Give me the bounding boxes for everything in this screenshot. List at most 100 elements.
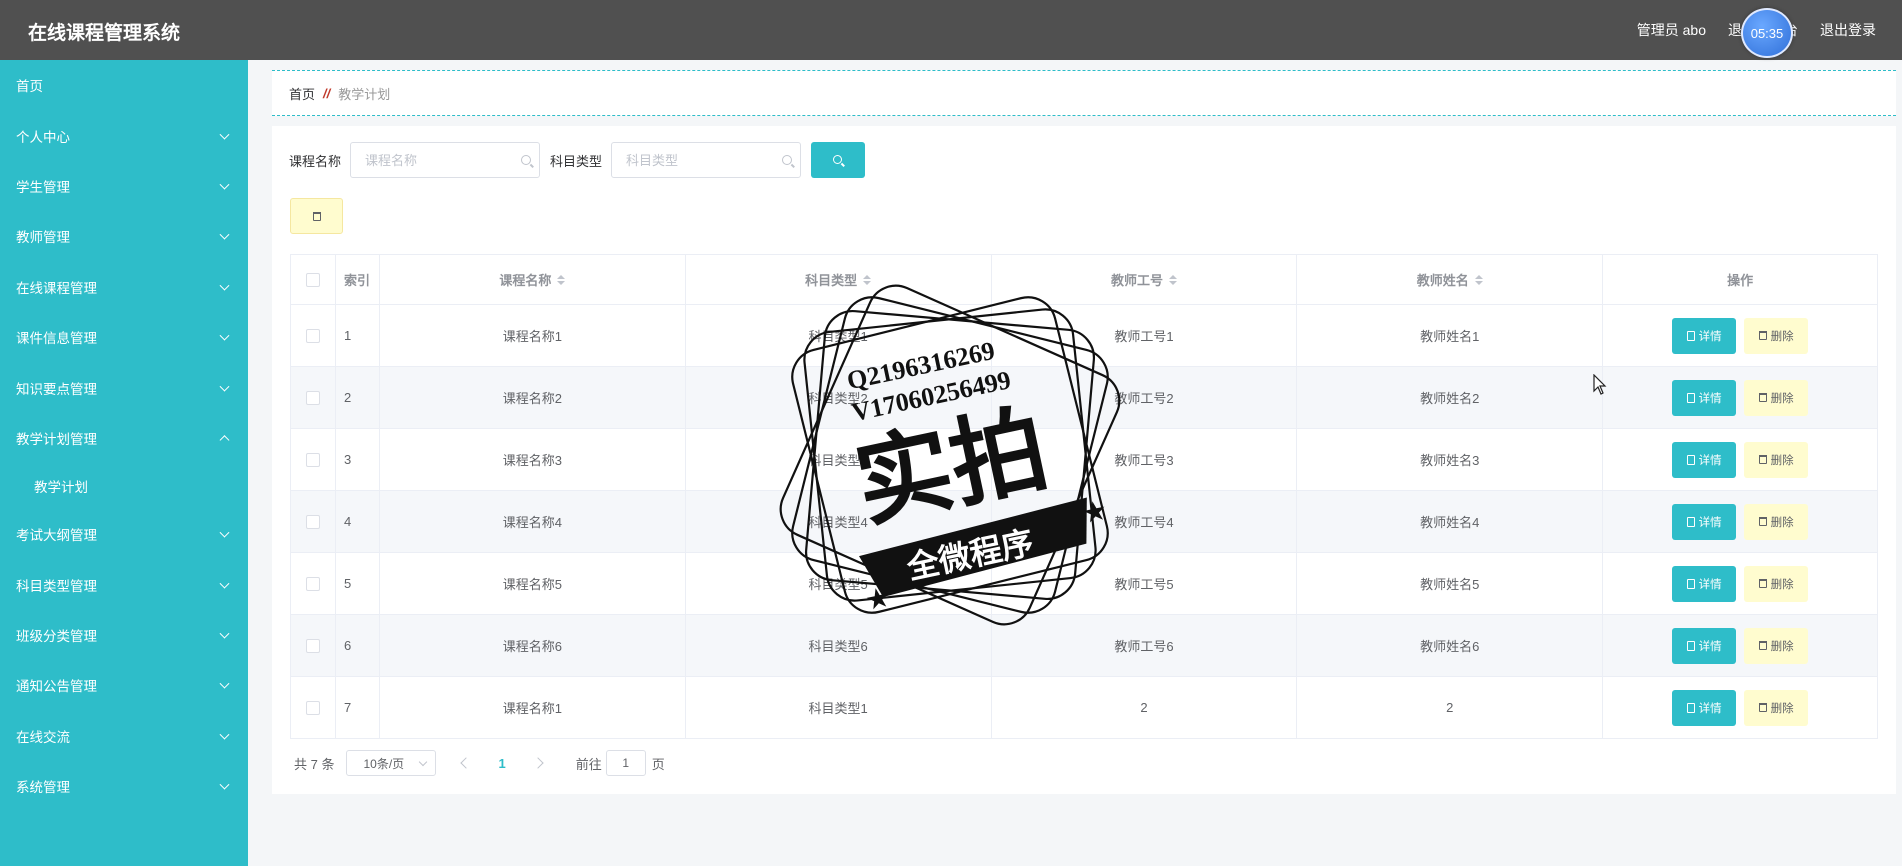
delete-button[interactable]: 删除	[1744, 441, 1809, 478]
select-all-checkbox[interactable]	[305, 272, 320, 287]
sidebar-item[interactable]: 在线交流	[0, 711, 248, 761]
row-checkbox[interactable]	[305, 514, 320, 529]
header-teacher-no[interactable]: 教师工号	[992, 255, 1298, 304]
cell-subject-type: 科目类型3	[686, 429, 992, 490]
clock-badge[interactable]: 05:35	[1741, 8, 1793, 58]
row-checkbox[interactable]	[305, 576, 320, 591]
delete-button[interactable]: 删除	[1744, 627, 1809, 664]
cell-actions: 详情 删除	[1603, 429, 1879, 490]
cell-index: 5	[336, 553, 380, 614]
delete-button[interactable]: 删除	[1744, 379, 1809, 416]
sort-icon[interactable]	[1168, 274, 1177, 285]
sidebar-item[interactable]: 通知公告管理	[0, 660, 248, 710]
sidebar-item-label: 教师管理	[16, 230, 70, 246]
delete-button-label: 删除	[1770, 578, 1794, 591]
delete-button[interactable]: 删除	[1744, 503, 1809, 540]
delete-button-label: 删除	[1770, 516, 1794, 529]
detail-button[interactable]: 详情	[1672, 689, 1737, 726]
table-row: 5 课程名称5 科目类型5 教师工号5 教师姓名5 详情 删除	[291, 553, 1879, 615]
sidebar-item[interactable]: 班级分类管理	[0, 610, 248, 660]
goto-prefix: 前往	[575, 756, 602, 772]
sidebar-item-label: 首页	[16, 79, 43, 95]
main-panel: 课程名称 科目类型 索引 课程名称 科目类型 教师工号 教师姓名 操作 1课程名…	[272, 126, 1896, 794]
sidebar-item-label: 通知公告管理	[16, 679, 97, 695]
detail-button-label: 详情	[1698, 578, 1722, 591]
subject-type-field-wrap	[611, 142, 802, 178]
sidebar-item[interactable]: 教师管理	[0, 211, 248, 261]
header-course-name[interactable]: 课程名称	[380, 255, 686, 304]
bulk-delete-button[interactable]	[290, 198, 343, 234]
goto-page-input[interactable]	[605, 750, 646, 776]
trash-icon	[1758, 393, 1767, 402]
course-name-input[interactable]	[365, 152, 516, 168]
sidebar-item[interactable]: 个人中心	[0, 110, 248, 160]
sidebar-item[interactable]: 首页	[0, 60, 248, 110]
sidebar-subitem[interactable]: 教学计划	[0, 463, 248, 509]
logout-link[interactable]: 退出登录	[1820, 20, 1876, 40]
header-subject-type[interactable]: 科目类型	[686, 255, 992, 304]
trash-icon	[312, 211, 321, 221]
delete-button[interactable]: 删除	[1744, 565, 1809, 602]
cell-actions: 详情 删除	[1603, 677, 1879, 738]
sidebar-item-label: 班级分类管理	[16, 629, 97, 645]
sidebar-item[interactable]: 在线课程管理	[0, 262, 248, 312]
row-checkbox[interactable]	[305, 328, 320, 343]
sidebar-item[interactable]: 课件信息管理	[0, 312, 248, 362]
document-icon	[1686, 454, 1695, 465]
cell-course-name: 课程名称5	[380, 553, 686, 614]
breadcrumb-home[interactable]: 首页	[289, 84, 315, 103]
next-page-icon[interactable]	[532, 757, 544, 769]
delete-button[interactable]: 删除	[1744, 689, 1809, 726]
header-teacher-name[interactable]: 教师姓名	[1297, 255, 1604, 304]
sidebar-item[interactable]: 系统管理	[0, 761, 248, 811]
cell-index: 3	[336, 429, 380, 490]
sidebar-item[interactable]: 考试大纲管理	[0, 509, 248, 559]
cell-actions: 详情 删除	[1603, 367, 1879, 428]
search-icon	[833, 155, 843, 164]
detail-button[interactable]: 详情	[1672, 565, 1737, 602]
subject-type-input[interactable]	[626, 152, 777, 168]
chevron-down-icon	[219, 679, 230, 690]
sort-icon[interactable]	[1474, 274, 1483, 285]
sidebar-item-label: 在线交流	[16, 729, 70, 745]
chevron-down-icon	[219, 129, 230, 140]
row-checkbox[interactable]	[305, 390, 320, 405]
detail-button[interactable]: 详情	[1672, 441, 1737, 478]
document-icon	[1686, 516, 1695, 527]
detail-button[interactable]: 详情	[1672, 503, 1737, 540]
sidebar-item[interactable]: 教学计划管理	[0, 413, 248, 463]
chevron-down-icon	[219, 280, 230, 291]
chevron-down-icon	[219, 527, 230, 538]
document-icon	[1686, 578, 1695, 589]
page-size-select[interactable]: 10条/页	[346, 750, 437, 776]
cell-course-name: 课程名称3	[380, 429, 686, 490]
cell-teacher-no: 教师工号1	[992, 305, 1298, 366]
sidebar-item[interactable]: 科目类型管理	[0, 560, 248, 610]
sort-icon[interactable]	[557, 274, 566, 285]
row-checkbox[interactable]	[305, 638, 320, 653]
chevron-down-icon	[219, 381, 230, 392]
trash-icon	[1758, 455, 1767, 464]
sidebar-item[interactable]: 知识要点管理	[0, 362, 248, 412]
page-number[interactable]: 1	[498, 756, 505, 771]
delete-button[interactable]: 删除	[1744, 317, 1809, 354]
prev-page-icon[interactable]	[460, 757, 473, 769]
row-checkbox[interactable]	[305, 700, 320, 715]
detail-button[interactable]: 详情	[1672, 317, 1737, 354]
table-row: 6 课程名称6 科目类型6 教师工号6 教师姓名6 详情 删除	[291, 615, 1879, 677]
cell-course-name: 课程名称1	[380, 677, 686, 738]
chevron-down-icon	[219, 578, 230, 589]
trash-icon	[1758, 703, 1767, 712]
delete-button-label: 删除	[1770, 392, 1794, 405]
user-label: 管理员 abo	[1636, 22, 1706, 38]
sidebar-item[interactable]: 学生管理	[0, 161, 248, 211]
row-checkbox[interactable]	[305, 452, 320, 467]
cell-index: 6	[336, 615, 380, 676]
detail-button[interactable]: 详情	[1672, 379, 1737, 416]
sort-icon[interactable]	[863, 274, 872, 285]
detail-button-label: 详情	[1698, 454, 1722, 467]
detail-button[interactable]: 详情	[1672, 627, 1737, 664]
goto-suffix: 页	[651, 756, 665, 772]
table-row: 2 课程名称2 科目类型2 教师工号2 教师姓名2 详情 删除	[291, 367, 1879, 429]
search-button[interactable]	[811, 142, 866, 178]
